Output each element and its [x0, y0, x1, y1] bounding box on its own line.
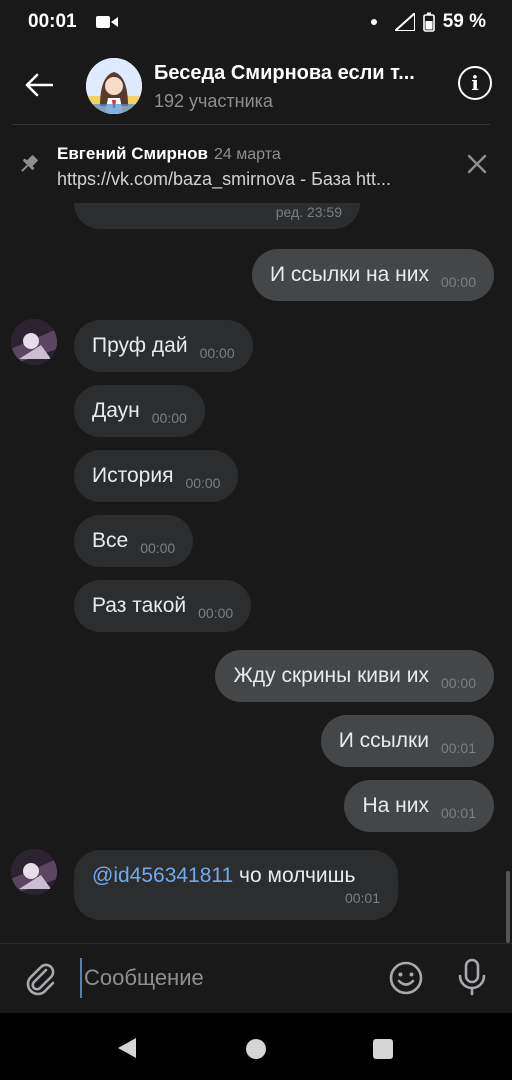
- message-bubble-outgoing[interactable]: Жду скрины киви их 00:00: [215, 650, 494, 702]
- chat-avatar[interactable]: [86, 58, 142, 114]
- battery-icon: [422, 12, 435, 32]
- status-time: 00:01: [28, 11, 77, 32]
- video-icon: [96, 16, 118, 28]
- message-time: 00:01: [344, 890, 380, 906]
- chat-participants: 192 участника: [154, 91, 273, 111]
- message-text: @id456341811 чо молчишь: [92, 864, 355, 888]
- pinned-message[interactable]: Евгений Смирнов 24 марта https://vk.com/b…: [0, 125, 512, 203]
- message-bubble-partial[interactable]: ред. 23:59: [74, 203, 360, 229]
- chat-avatar-image: [86, 58, 142, 114]
- message-time: 00:00: [151, 410, 187, 426]
- user-mention-link[interactable]: @id456341811: [92, 864, 233, 887]
- message-text: И ссылки на них: [269, 263, 429, 286]
- pinned-text: https://vk.com/baza_smirnova - База htt.…: [57, 169, 391, 189]
- message-input[interactable]: [80, 958, 370, 998]
- attach-icon[interactable]: [22, 960, 58, 996]
- pinned-author: Евгений Смирнов 24 марта: [57, 144, 281, 164]
- pin-icon: [21, 155, 38, 172]
- scrollbar[interactable]: [506, 871, 510, 943]
- message-list[interactable]: ред. 23:59 И ссылки на них 00:00 Пруф да…: [0, 203, 512, 943]
- message-time: 00:00: [185, 475, 221, 491]
- info-button[interactable]: i: [458, 66, 492, 100]
- message-text: Раз такой: [92, 594, 187, 617]
- dot-icon: [370, 19, 377, 25]
- emoji-icon[interactable]: [388, 960, 424, 996]
- back-arrow-icon: [25, 73, 53, 97]
- chat-title[interactable]: Беседа Смирнова если т...: [154, 62, 444, 85]
- pinned-date: 24 марта: [214, 146, 281, 163]
- sender-avatar-image: [11, 849, 57, 895]
- message-bubble-incoming[interactable]: Все 00:00: [74, 515, 194, 567]
- message-bubble-incoming[interactable]: История 00:00: [74, 450, 239, 502]
- nav-recent-icon[interactable]: [373, 1039, 393, 1059]
- message-time: 00:01: [440, 740, 476, 756]
- message-bubble-outgoing[interactable]: И ссылки 00:01: [320, 715, 494, 767]
- message-bubble-incoming[interactable]: Даун 00:00: [74, 385, 205, 437]
- message-text: Жду скрины киви их: [233, 664, 429, 687]
- message-time: 00:00: [440, 274, 476, 290]
- message-text: История: [92, 464, 174, 487]
- mic-icon[interactable]: [456, 958, 488, 996]
- message-bubble-outgoing[interactable]: На них 00:01: [344, 780, 494, 832]
- wifi-icon: [394, 13, 415, 31]
- status-right: 59 %: [370, 11, 486, 33]
- pinned-author-name: Евгений Смирнов: [57, 144, 209, 163]
- sender-avatar-image: [11, 319, 57, 365]
- message-text: На них: [362, 794, 429, 817]
- message-time: 00:00: [140, 540, 176, 556]
- message-bubble-incoming[interactable]: Пруф дай 00:00: [74, 320, 253, 372]
- message-text-rest: чо молчишь: [233, 864, 356, 887]
- message-text: Пруф дай: [92, 334, 188, 357]
- message-text: Все: [92, 529, 129, 552]
- message-bubble-incoming[interactable]: Раз такой 00:00: [74, 580, 252, 632]
- message-time: 00:00: [199, 345, 235, 361]
- message-time: 00:01: [440, 805, 476, 821]
- close-icon[interactable]: [466, 153, 488, 175]
- message-bubble-incoming[interactable]: @id456341811 чо молчишь 00:01: [74, 850, 398, 920]
- battery-percent: 59 %: [442, 11, 486, 32]
- chat-header: Беседа Смирнова если т... 192 участника …: [0, 44, 512, 124]
- info-icon: i: [471, 71, 479, 95]
- edited-time: ред. 23:59: [275, 204, 342, 220]
- message-text: И ссылки: [338, 729, 429, 752]
- message-bubble-outgoing[interactable]: И ссылки на них 00:00: [251, 249, 494, 301]
- nav-home-icon[interactable]: [246, 1039, 266, 1059]
- message-composer: [0, 943, 512, 1013]
- message-text: Даун: [92, 399, 140, 422]
- message-time: 00:00: [440, 675, 476, 691]
- status-bar: 00:01 59 %: [0, 0, 512, 44]
- back-button[interactable]: [20, 66, 58, 104]
- sender-avatar[interactable]: [11, 849, 57, 895]
- message-time: 00:00: [198, 605, 234, 621]
- sender-avatar[interactable]: [11, 319, 57, 365]
- nav-back-icon[interactable]: [116, 1036, 138, 1060]
- system-nav-bar: [0, 1013, 512, 1080]
